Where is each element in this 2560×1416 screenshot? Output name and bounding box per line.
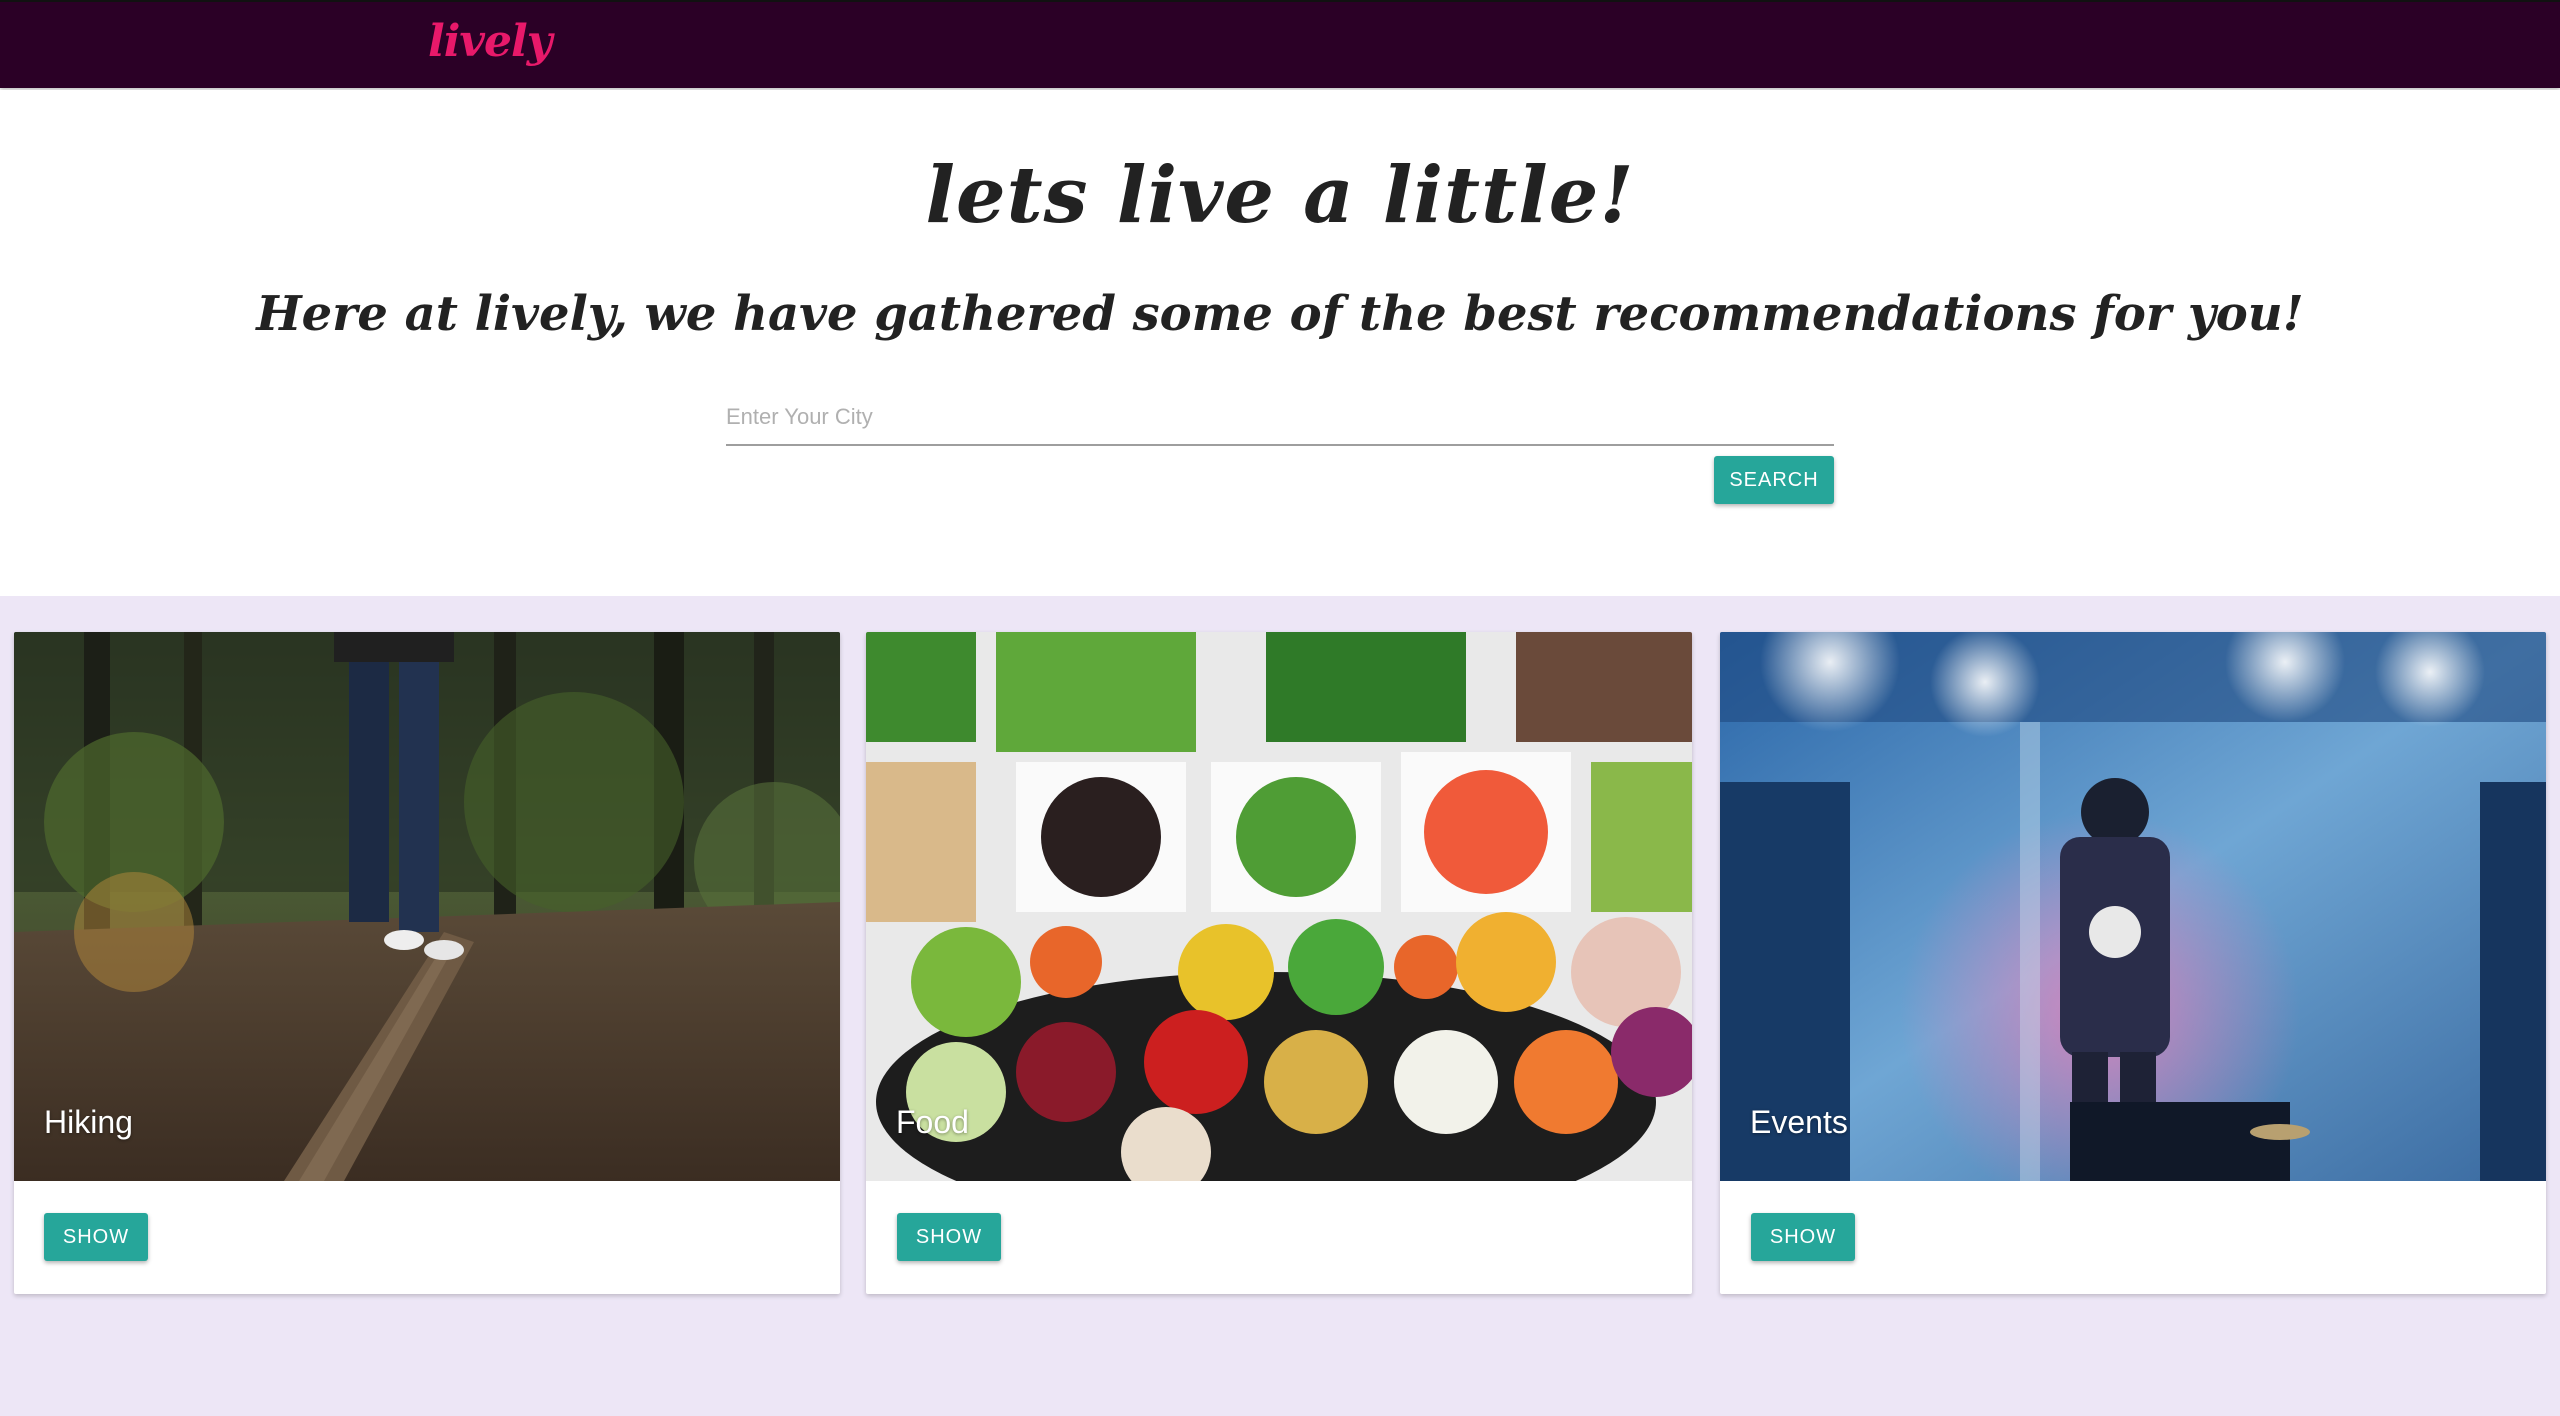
card-title: Hiking: [44, 1104, 133, 1140]
hero-section: lets live a little! Here at lively, we h…: [0, 90, 2560, 596]
card-events: Events: [1720, 632, 2546, 1294]
show-button-hiking[interactable]: SHOW: [44, 1213, 148, 1261]
card-hiking: Hiking: [14, 632, 840, 1294]
search-button[interactable]: SEARCH: [1714, 456, 1834, 504]
category-cards-section: Hiking Food Events: [0, 596, 2560, 1416]
show-button-food[interactable]: SHOW: [897, 1213, 1001, 1261]
hero-subtitle: Here at lively, we have gathered some of…: [256, 286, 2304, 342]
city-search-input[interactable]: [726, 390, 1834, 446]
brand-logo[interactable]: lively: [428, 16, 552, 67]
food-image: [866, 632, 1692, 1181]
card-food: Food: [866, 632, 1692, 1294]
top-navbar: lively: [0, 0, 2560, 88]
card-title: Events: [1750, 1104, 1848, 1140]
show-button-events[interactable]: SHOW: [1751, 1213, 1855, 1261]
card-title: Food: [896, 1104, 969, 1140]
hiking-image: [14, 632, 840, 1181]
hero-title: lets live a little!: [925, 150, 1635, 241]
events-image: [1720, 632, 2546, 1181]
